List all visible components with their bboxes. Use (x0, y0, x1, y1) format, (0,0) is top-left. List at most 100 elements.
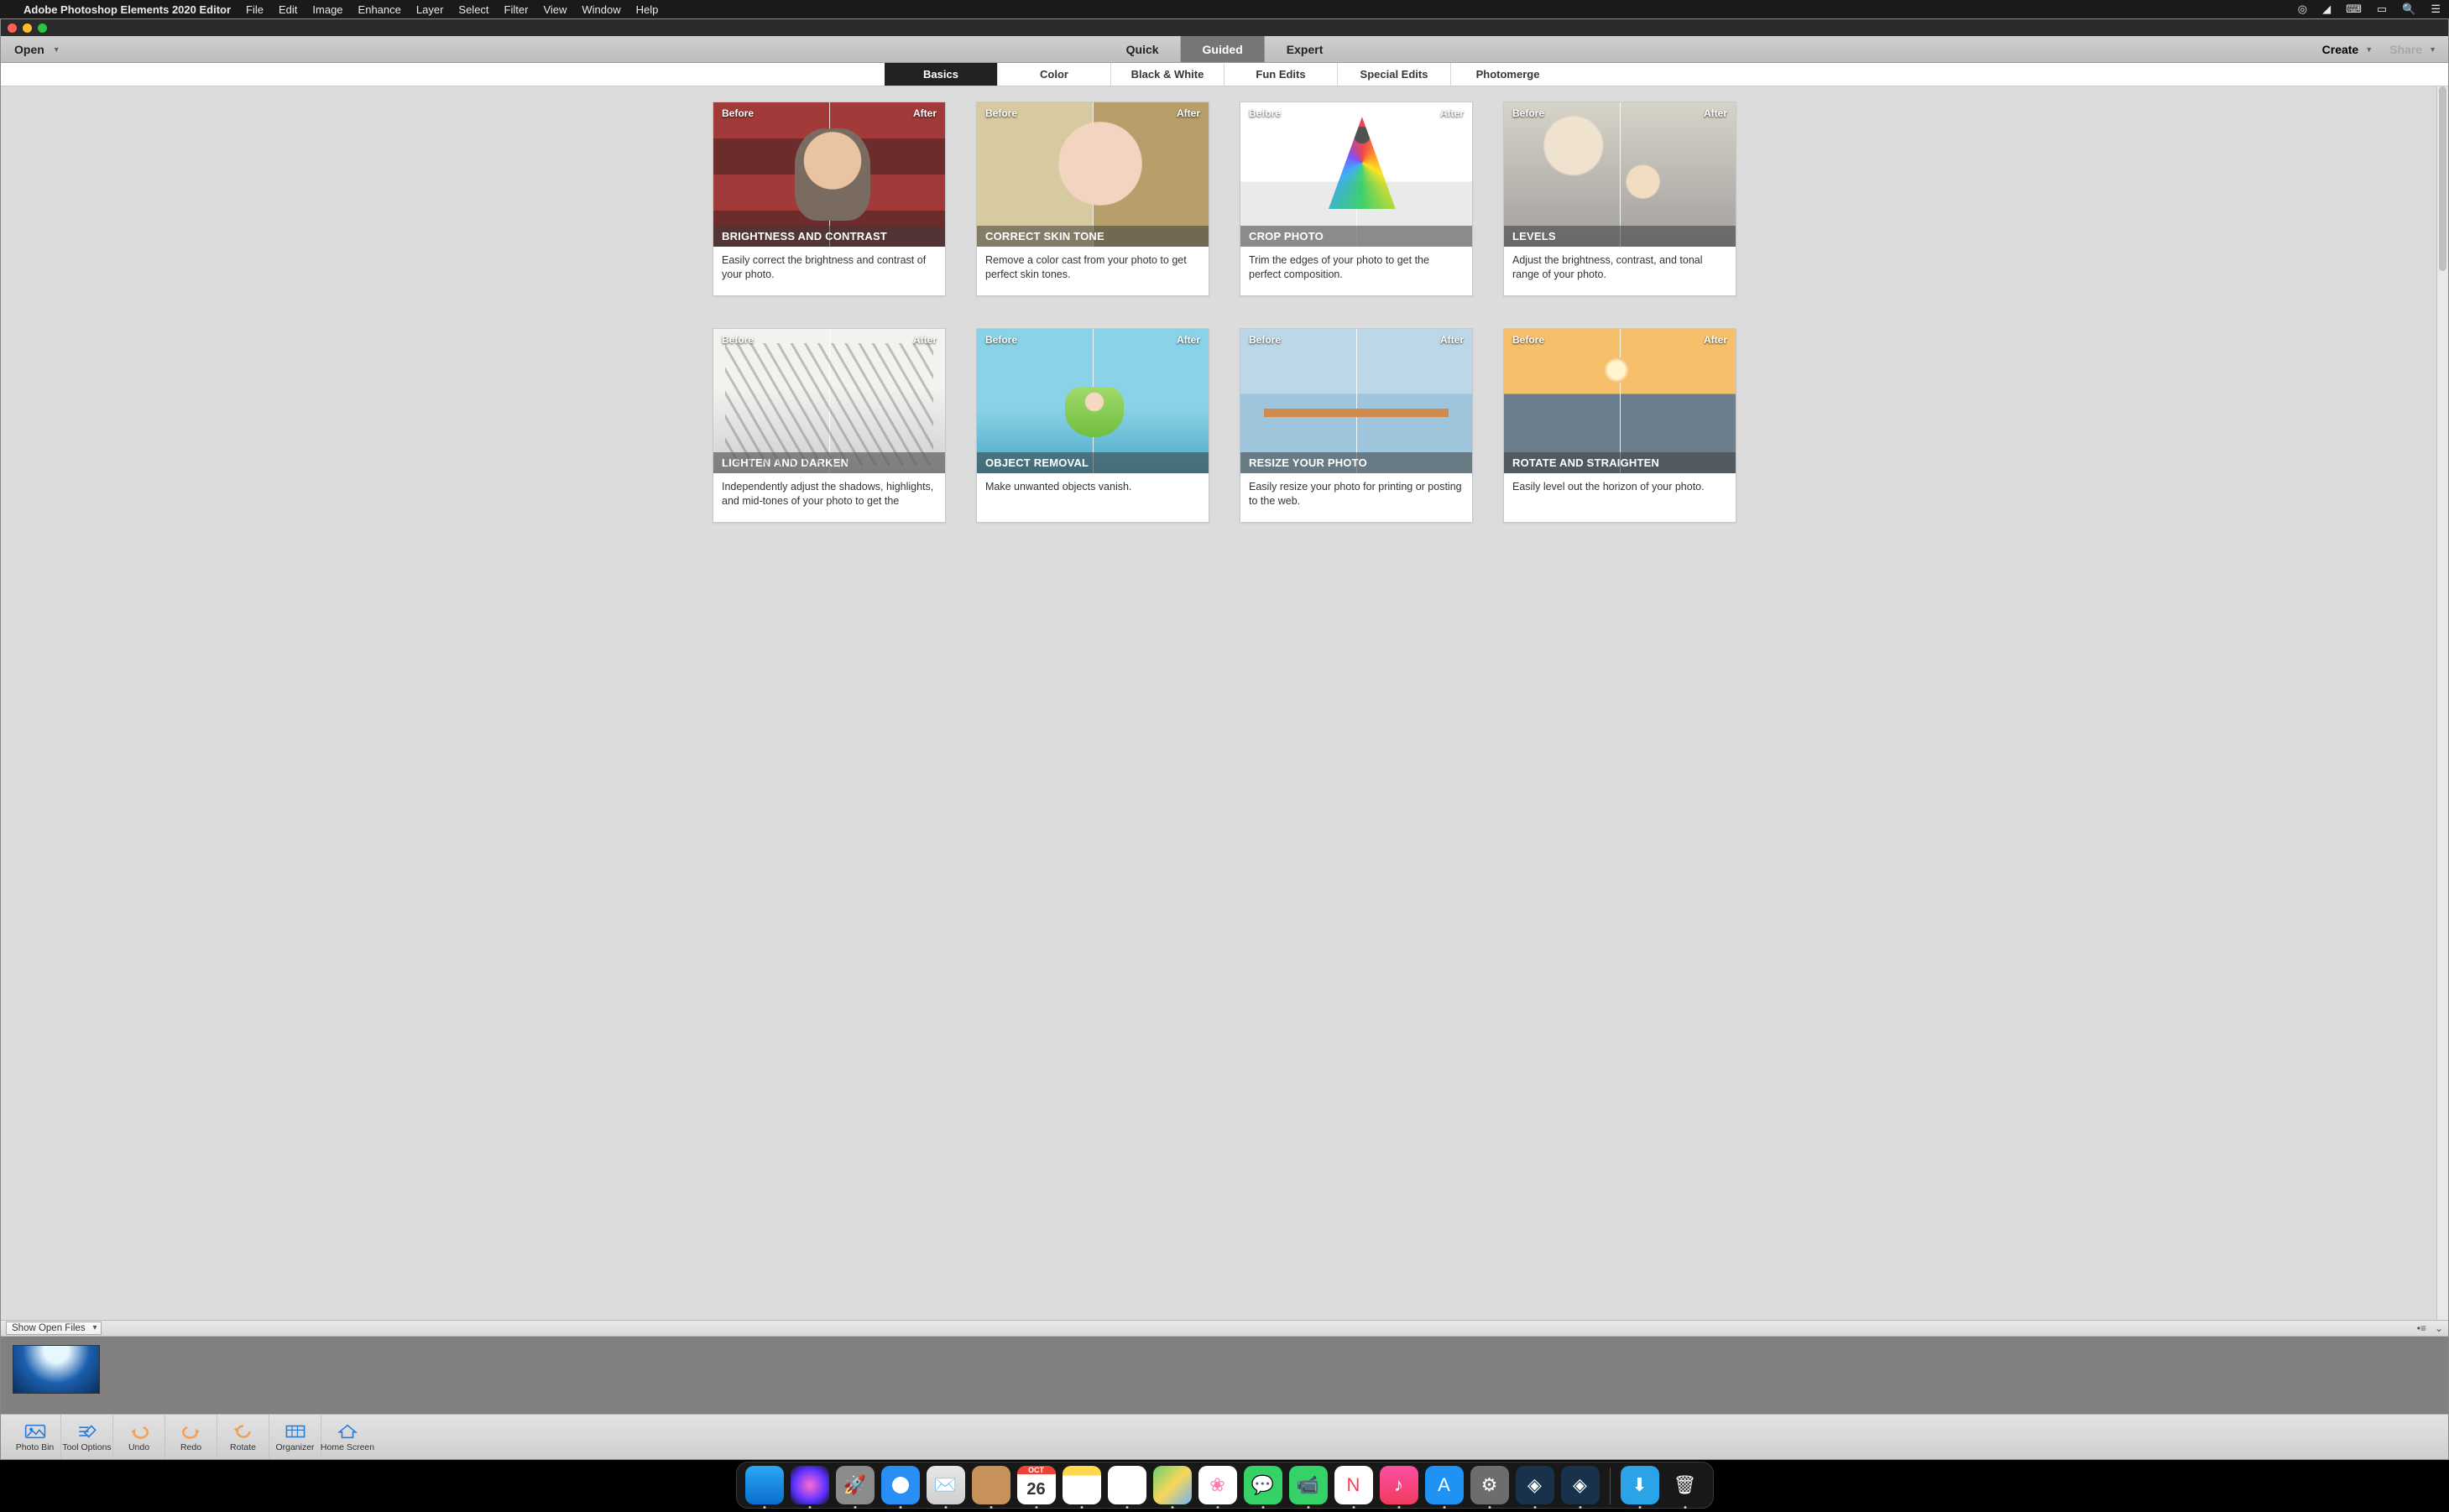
tool-label: Undo (128, 1442, 149, 1452)
panel-list-icon[interactable]: •≡ (2417, 1322, 2426, 1334)
spotlight-icon[interactable]: 🔍 (2402, 3, 2415, 16)
guided-card-rotate-and-straighten[interactable]: Before After ROTATE AND STRAIGHTEN Easil… (1503, 328, 1736, 523)
category-tab-special-edits[interactable]: Special Edits (1338, 63, 1451, 86)
mode-quick[interactable]: Quick (1104, 36, 1181, 62)
menu-edit[interactable]: Edit (279, 3, 297, 16)
window-close-button[interactable] (8, 23, 17, 33)
dock-downloads-icon[interactable]: ⬇ (1621, 1466, 1659, 1504)
window-maximize-button[interactable] (38, 23, 47, 33)
create-menu-button[interactable]: Create▼ (2322, 43, 2373, 56)
menu-filter[interactable]: Filter (504, 3, 529, 16)
card-thumbnail: Before After CROP PHOTO (1240, 102, 1472, 247)
menu-window[interactable]: Window (582, 3, 620, 16)
before-label: Before (722, 107, 754, 119)
dock-facetime-icon[interactable]: 📹 (1289, 1466, 1328, 1504)
card-title: RESIZE YOUR PHOTO (1240, 452, 1472, 473)
dock-music-icon[interactable]: ♪ (1380, 1466, 1418, 1504)
dock-pse-organizer-icon[interactable]: ◈ (1516, 1466, 1554, 1504)
cc-status-icon[interactable]: ◎ (2298, 3, 2307, 16)
undo-button[interactable]: Undo (113, 1415, 165, 1459)
guided-card-lighten-and-darken[interactable]: Before After LIGHTEN AND DARKEN Independ… (713, 328, 946, 523)
menu-layer[interactable]: Layer (416, 3, 444, 16)
menu-select[interactable]: Select (458, 3, 488, 16)
show-open-files-select[interactable]: Show Open Files (6, 1322, 102, 1335)
card-description: Easily resize your photo for printing or… (1240, 473, 1472, 522)
dock-settings-icon[interactable]: ⚙ (1470, 1466, 1509, 1504)
card-title: CORRECT SKIN TONE (977, 226, 1209, 247)
control-center-icon[interactable]: ☰ (2431, 3, 2441, 16)
window-minimize-button[interactable] (23, 23, 32, 33)
tool-label: Home Screen (321, 1442, 374, 1452)
category-tab-color[interactable]: Color (998, 63, 1111, 86)
dock-reminders-icon[interactable] (1108, 1466, 1146, 1504)
dock-pse-editor-icon[interactable]: ◈ (1561, 1466, 1600, 1504)
mode-expert[interactable]: Expert (1265, 36, 1345, 62)
category-tab-photomerge[interactable]: Photomerge (1451, 63, 1564, 86)
menu-file[interactable]: File (246, 3, 264, 16)
panel-chevron-icon[interactable]: ⌄ (2435, 1322, 2443, 1334)
open-menu-button[interactable]: Open ▼ (1, 36, 74, 62)
rotate-button[interactable]: Rotate (217, 1415, 269, 1459)
card-description: Independently adjust the shadows, highli… (713, 473, 945, 522)
dock-messages-icon[interactable]: 💬 (1244, 1466, 1282, 1504)
dock-calendar-icon[interactable]: OCT26 (1017, 1466, 1056, 1504)
dock-launchpad-icon[interactable]: 🚀 (836, 1466, 875, 1504)
guided-card-brightness-and-contrast[interactable]: Before After BRIGHTNESS AND CONTRAST Eas… (713, 102, 946, 296)
app-window: Open ▼ Quick Guided Expert Create▼ Share… (0, 18, 2449, 1460)
mac-menubar: Adobe Photoshop Elements 2020 Editor Fil… (0, 0, 2449, 18)
organizer-button[interactable]: Organizer (269, 1415, 321, 1459)
after-label: After (1704, 107, 1727, 119)
dock-appstore-icon[interactable]: A (1425, 1466, 1464, 1504)
card-title: ROTATE AND STRAIGHTEN (1504, 452, 1736, 473)
card-title: BRIGHTNESS AND CONTRAST (713, 226, 945, 247)
photo-bin-thumb[interactable] (13, 1345, 100, 1394)
redo-button[interactable]: Redo (165, 1415, 217, 1459)
app-name[interactable]: Adobe Photoshop Elements 2020 Editor (23, 3, 231, 16)
guided-card-crop-photo[interactable]: Before After CROP PHOTO Trim the edges o… (1240, 102, 1473, 296)
category-tab-fun-edits[interactable]: Fun Edits (1224, 63, 1338, 86)
category-tab-basics[interactable]: Basics (885, 63, 998, 86)
notifications-icon[interactable]: ◢ (2322, 3, 2331, 16)
before-label: Before (722, 334, 754, 346)
card-title: LEVELS (1504, 226, 1736, 247)
vertical-scrollbar[interactable] (2436, 86, 2448, 1320)
menu-enhance[interactable]: Enhance (358, 3, 401, 16)
dock-notes-icon[interactable] (1063, 1466, 1101, 1504)
dock-mail-icon[interactable]: ✉️ (927, 1466, 965, 1504)
after-label: After (1704, 334, 1727, 346)
mode-guided[interactable]: Guided (1181, 36, 1265, 62)
tool-options-button[interactable]: Tool Options (61, 1415, 113, 1459)
guided-card-correct-skin-tone[interactable]: Before After CORRECT SKIN TONE Remove a … (976, 102, 1209, 296)
panel-bar: Show Open Files •≡ ⌄ (1, 1320, 2448, 1337)
guided-card-object-removal[interactable]: Before After OBJECT REMOVAL Make unwante… (976, 328, 1209, 523)
window-titlebar (1, 19, 2448, 36)
tool-label: Tool Options (62, 1442, 111, 1452)
photo-bin-button[interactable]: Photo Bin (9, 1415, 61, 1459)
dock-maps-icon[interactable] (1153, 1466, 1192, 1504)
card-thumbnail: Before After BRIGHTNESS AND CONTRAST (713, 102, 945, 247)
input-icon[interactable]: ⌨ (2346, 3, 2362, 16)
menu-view[interactable]: View (543, 3, 567, 16)
dock-news-icon[interactable]: N (1334, 1466, 1373, 1504)
dock-contacts-icon[interactable] (972, 1466, 1010, 1504)
share-menu-button[interactable]: Share▼ (2389, 43, 2436, 56)
chevron-down-icon: ▼ (2365, 45, 2373, 54)
home-screen-button[interactable]: Home Screen (321, 1415, 373, 1459)
dock-siri-icon[interactable] (791, 1466, 829, 1504)
dock-trash-icon[interactable]: 🗑 (1666, 1466, 1705, 1504)
displays-icon[interactable]: ▭ (2377, 3, 2387, 16)
card-title: OBJECT REMOVAL (977, 452, 1209, 473)
menu-help[interactable]: Help (636, 3, 659, 16)
guided-card-resize-your-photo[interactable]: Before After RESIZE YOUR PHOTO Easily re… (1240, 328, 1473, 523)
dock-safari-icon[interactable] (881, 1466, 920, 1504)
card-description: Trim the edges of your photo to get the … (1240, 247, 1472, 295)
card-thumbnail: Before After RESIZE YOUR PHOTO (1240, 329, 1472, 473)
dock-finder-icon[interactable] (745, 1466, 784, 1504)
menu-image[interactable]: Image (312, 3, 342, 16)
guided-card-levels[interactable]: Before After LEVELS Adjust the brightnes… (1503, 102, 1736, 296)
card-title: LIGHTEN AND DARKEN (713, 452, 945, 473)
dock-photos-icon[interactable]: ❀ (1198, 1466, 1237, 1504)
card-description: Remove a color cast from your photo to g… (977, 247, 1209, 295)
category-tab-black-white[interactable]: Black & White (1111, 63, 1224, 86)
after-label: After (1177, 107, 1200, 119)
